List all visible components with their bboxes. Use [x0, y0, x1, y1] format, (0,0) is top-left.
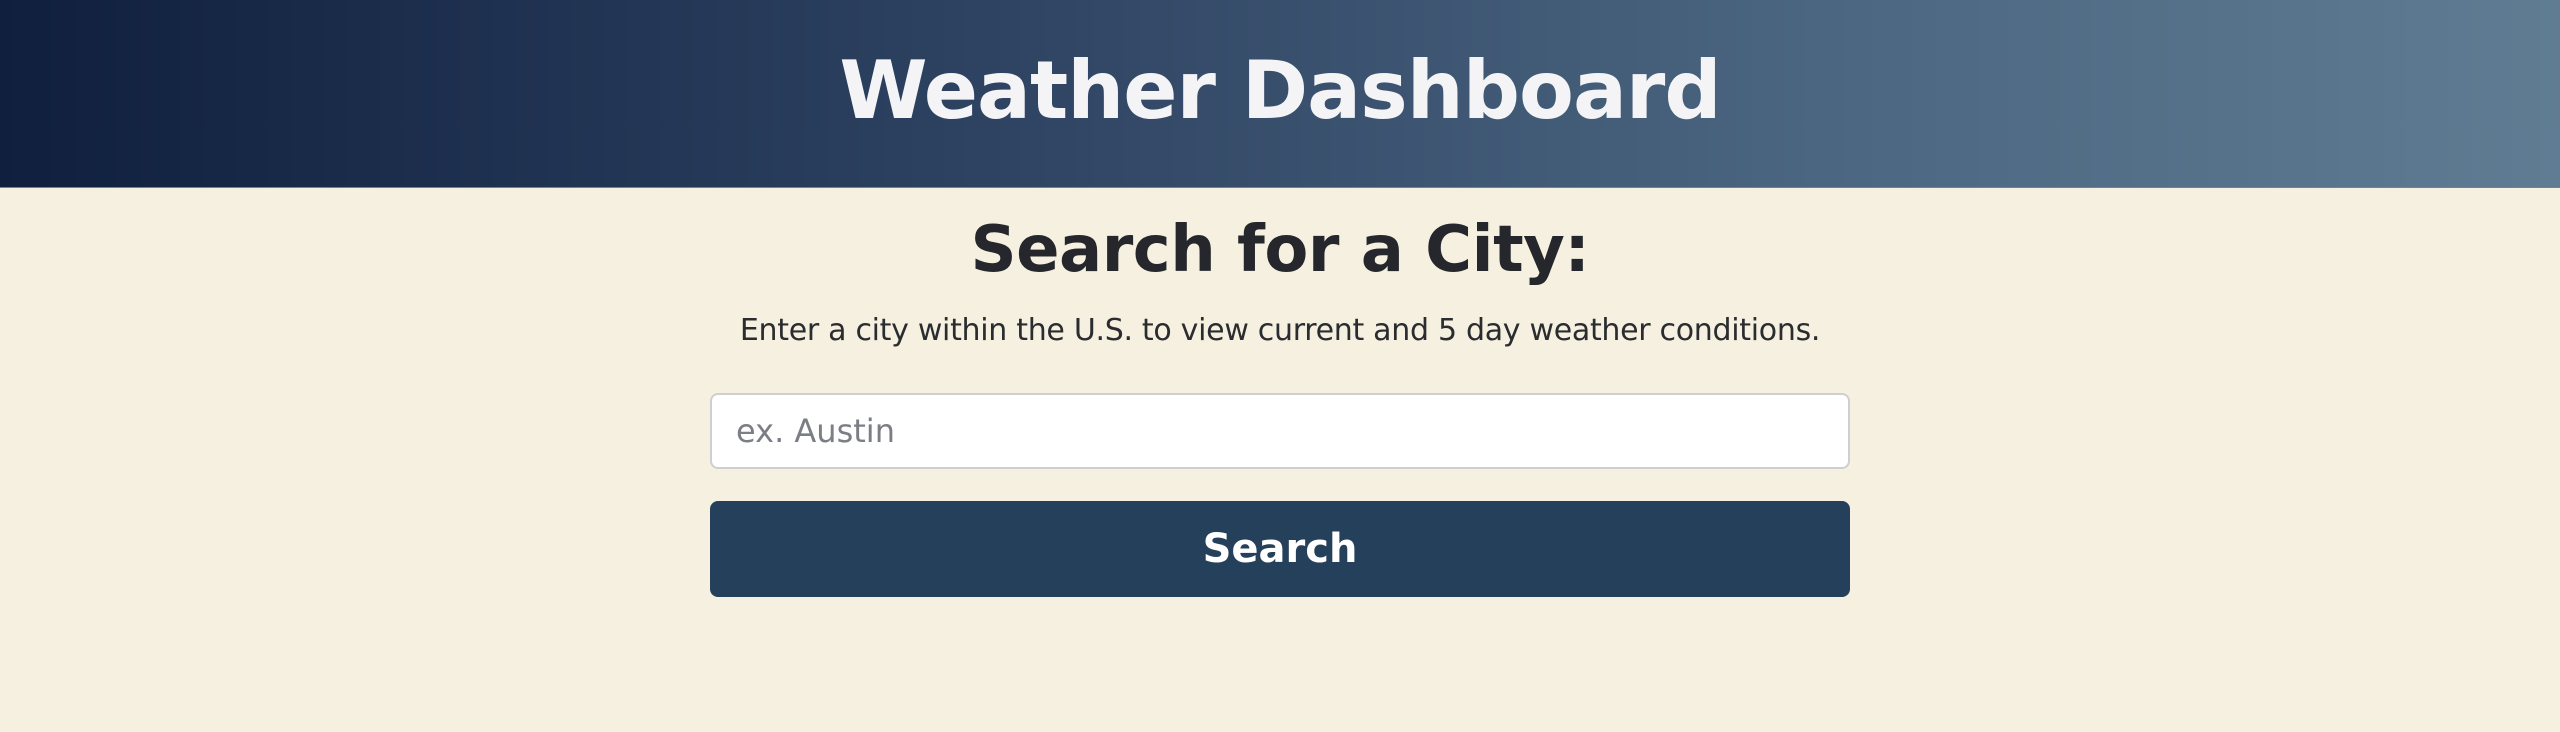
search-button[interactable]: Search	[710, 501, 1850, 597]
search-heading: Search for a City:	[970, 213, 1590, 287]
page-title: Weather Dashboard	[839, 43, 1721, 137]
city-search-input[interactable]	[710, 393, 1850, 469]
page-header: Weather Dashboard	[0, 0, 2560, 188]
search-instructions: Enter a city within the U.S. to view cur…	[739, 313, 1821, 348]
